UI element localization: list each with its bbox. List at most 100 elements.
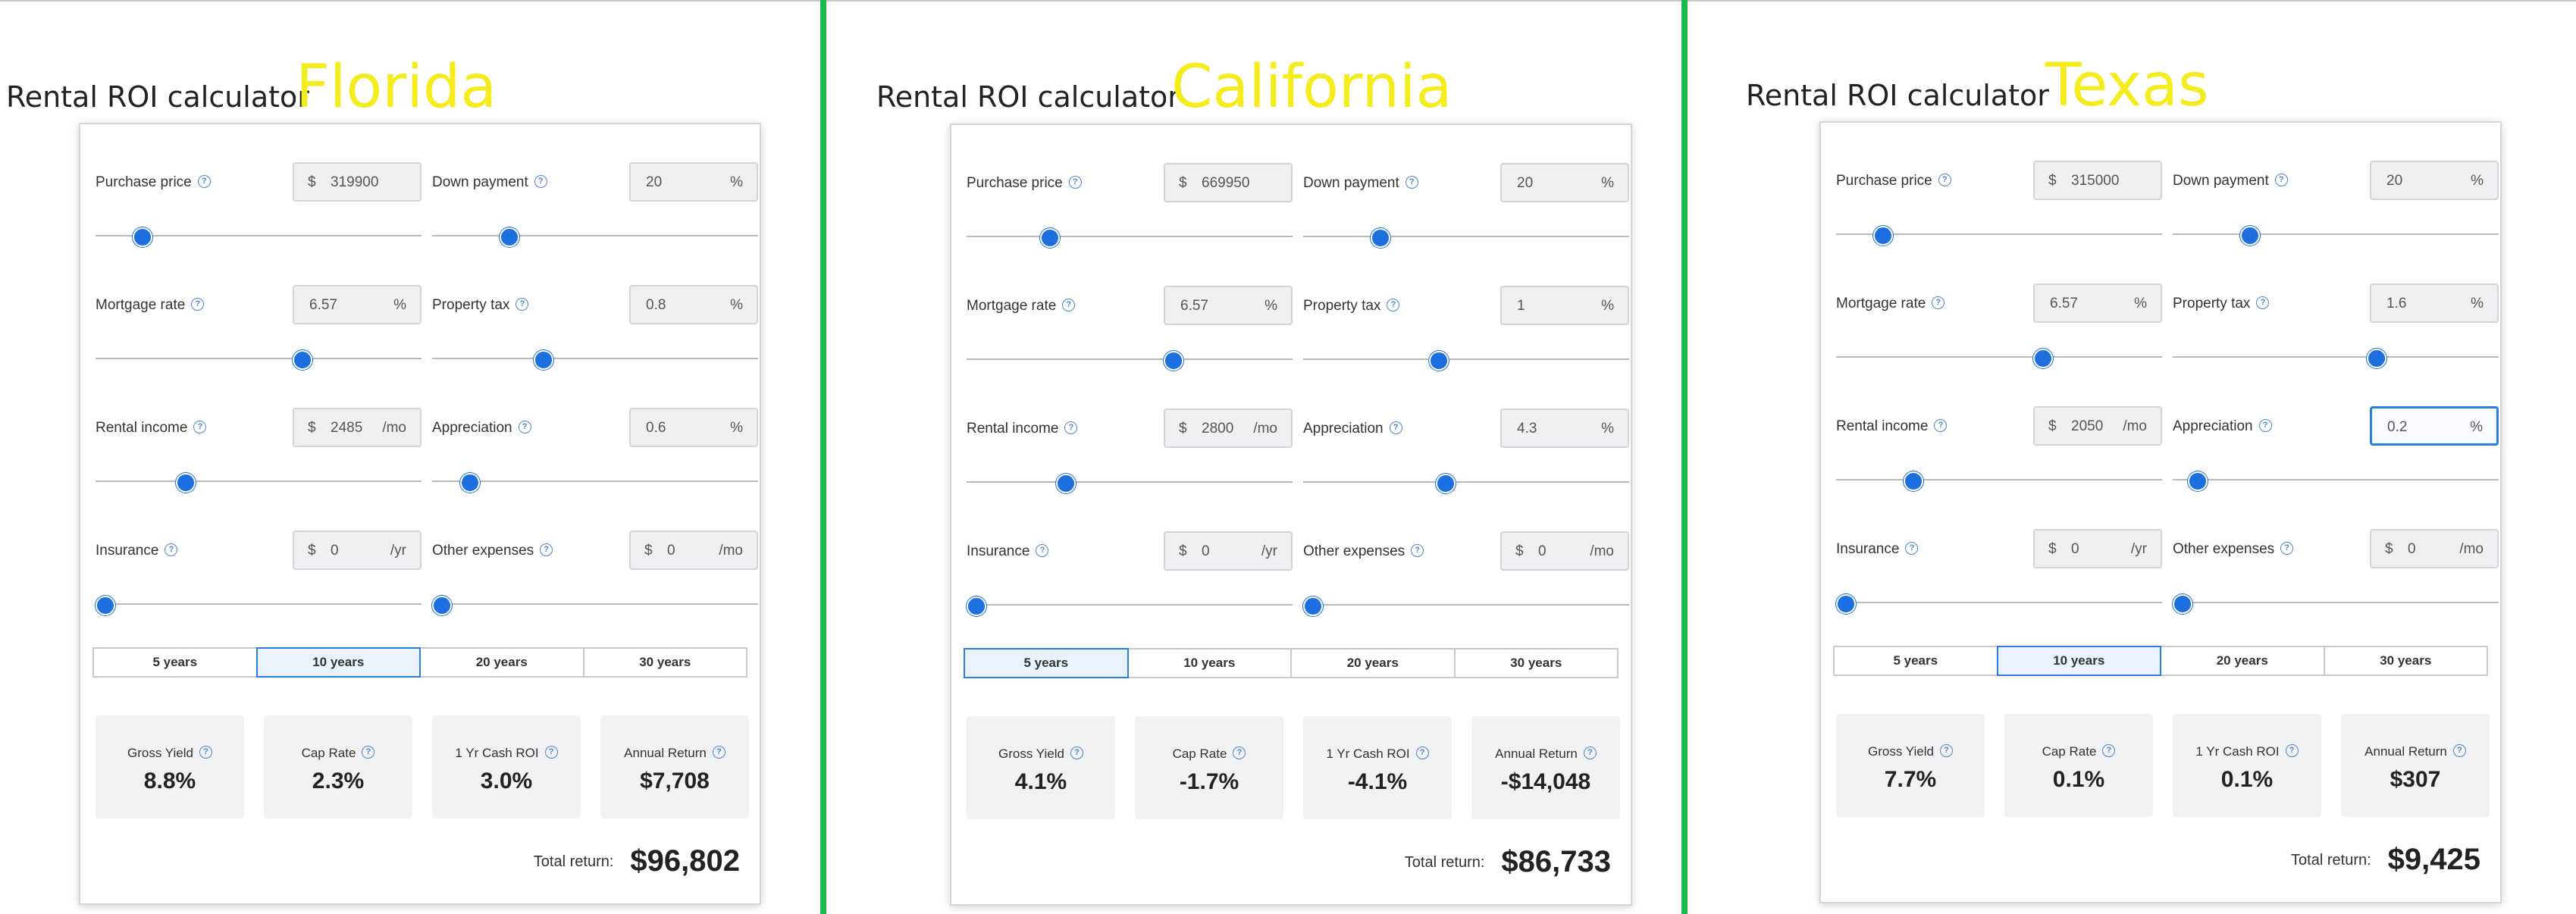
down-payment-slider-thumb[interactable] (2240, 226, 2261, 246)
help-icon[interactable]: ? (1064, 421, 1078, 434)
other-expenses-input[interactable]: $0/mo (629, 531, 758, 570)
period-tab-5-years[interactable]: 5 years (964, 648, 1129, 678)
help-icon[interactable]: ? (712, 746, 725, 759)
property-tax-input[interactable]: 0.8% (629, 285, 758, 324)
down-payment-slider-track[interactable] (432, 235, 758, 236)
mortgage-rate-slider-thumb[interactable] (292, 350, 312, 370)
appreciation-input[interactable]: 4.3% (1500, 408, 1629, 448)
rental-income-slider-thumb[interactable] (1055, 474, 1076, 493)
help-icon[interactable]: ? (2274, 174, 2288, 186)
property-tax-slider-track[interactable] (432, 358, 758, 359)
down-payment-input[interactable]: 20% (629, 162, 758, 202)
help-icon[interactable]: ? (2452, 744, 2466, 757)
other-expenses-slider-thumb[interactable] (432, 596, 452, 615)
other-expenses-input[interactable]: $0/mo (2370, 529, 2499, 568)
help-icon[interactable]: ? (1939, 744, 1953, 757)
help-icon[interactable]: ? (1415, 747, 1429, 759)
insurance-input[interactable]: $0/yr (293, 531, 421, 570)
rental-income-slider-thumb[interactable] (175, 473, 196, 493)
help-icon[interactable]: ? (540, 543, 553, 556)
mortgage-rate-slider-track[interactable] (967, 358, 1293, 360)
mortgage-rate-input[interactable]: 6.57% (2033, 283, 2162, 323)
appreciation-slider-track[interactable] (432, 480, 758, 482)
rental-income-input[interactable]: $2485/mo (293, 408, 421, 447)
help-icon[interactable]: ? (1062, 299, 1076, 311)
mortgage-rate-input[interactable]: 6.57% (293, 285, 421, 324)
other-expenses-slider-thumb[interactable] (1303, 596, 1323, 616)
help-icon[interactable]: ? (1934, 419, 1948, 432)
help-icon[interactable]: ? (2102, 744, 2116, 757)
period-tab-10-years[interactable]: 10 years (1127, 648, 1292, 678)
rental-income-slider-thumb[interactable] (1904, 471, 1924, 491)
insurance-slider-track[interactable] (967, 604, 1293, 606)
down-payment-slider-thumb[interactable] (1371, 228, 1391, 248)
down-payment-slider-track[interactable] (1303, 236, 1629, 237)
help-icon[interactable]: ? (193, 421, 207, 434)
purchase-price-slider-thumb[interactable] (1872, 226, 1893, 246)
property-tax-slider-track[interactable] (1303, 358, 1629, 360)
help-icon[interactable]: ? (199, 746, 212, 759)
period-tab-20-years[interactable]: 20 years (2160, 646, 2325, 676)
property-tax-slider-thumb[interactable] (533, 350, 553, 370)
mortgage-rate-input[interactable]: 6.57% (1164, 286, 1293, 325)
appreciation-slider-thumb[interactable] (459, 473, 480, 493)
help-icon[interactable]: ? (534, 175, 547, 188)
rental-income-slider-track[interactable] (96, 480, 421, 482)
appreciation-slider-track[interactable] (2173, 479, 2499, 480)
period-tab-30-years[interactable]: 30 years (582, 647, 747, 678)
purchase-price-slider-track[interactable] (967, 236, 1293, 237)
down-payment-input[interactable]: 20% (1500, 163, 1629, 202)
appreciation-slider-thumb[interactable] (2188, 471, 2208, 491)
help-icon[interactable]: ? (1068, 176, 1082, 189)
insurance-slider-track[interactable] (1836, 602, 2162, 603)
help-icon[interactable]: ? (1389, 421, 1402, 434)
help-icon[interactable]: ? (165, 543, 178, 556)
appreciation-slider-thumb[interactable] (1435, 474, 1456, 493)
down-payment-slider-thumb[interactable] (500, 227, 520, 247)
other-expenses-slider-track[interactable] (432, 603, 758, 605)
mortgage-rate-slider-thumb[interactable] (2032, 349, 2053, 368)
rental-income-input[interactable]: $2050/mo (2033, 406, 2162, 446)
appreciation-slider-track[interactable] (1303, 481, 1629, 483)
property-tax-slider-thumb[interactable] (1429, 351, 1449, 371)
help-icon[interactable]: ? (1938, 174, 1951, 186)
help-icon[interactable]: ? (362, 746, 375, 759)
appreciation-input[interactable]: 0.2% (2370, 406, 2499, 446)
rental-income-slider-track[interactable] (1836, 479, 2162, 480)
property-tax-input[interactable]: 1.6% (2370, 283, 2499, 323)
down-payment-slider-track[interactable] (2173, 233, 2499, 235)
period-tab-30-years[interactable]: 30 years (1453, 648, 1619, 678)
rental-income-slider-track[interactable] (967, 481, 1293, 483)
period-tab-20-years[interactable]: 20 years (419, 647, 584, 678)
help-icon[interactable]: ? (2258, 419, 2272, 432)
help-icon[interactable]: ? (2285, 744, 2299, 757)
period-tab-10-years[interactable]: 10 years (255, 647, 421, 678)
other-expenses-slider-track[interactable] (1303, 604, 1629, 606)
help-icon[interactable]: ? (191, 298, 205, 311)
down-payment-input[interactable]: 20% (2370, 161, 2499, 200)
help-icon[interactable]: ? (1905, 542, 1919, 555)
other-expenses-slider-track[interactable] (2173, 602, 2499, 603)
insurance-slider-thumb[interactable] (967, 596, 986, 616)
help-icon[interactable]: ? (197, 175, 211, 188)
insurance-input[interactable]: $0/yr (2033, 529, 2162, 568)
insurance-slider-thumb[interactable] (96, 596, 115, 615)
period-tab-10-years[interactable]: 10 years (1996, 646, 2161, 676)
mortgage-rate-slider-track[interactable] (96, 358, 421, 359)
purchase-price-input[interactable]: $315000 (2033, 161, 2162, 200)
help-icon[interactable]: ? (1070, 747, 1083, 759)
help-icon[interactable]: ? (1405, 176, 1418, 189)
other-expenses-input[interactable]: $0/mo (1500, 531, 1629, 571)
help-icon[interactable]: ? (516, 298, 529, 311)
period-tab-20-years[interactable]: 20 years (1290, 648, 1456, 678)
purchase-price-slider-thumb[interactable] (132, 227, 152, 247)
help-icon[interactable]: ? (544, 746, 558, 759)
period-tab-5-years[interactable]: 5 years (92, 647, 258, 678)
appreciation-input[interactable]: 0.6% (629, 408, 758, 447)
insurance-slider-track[interactable] (96, 603, 421, 605)
purchase-price-input[interactable]: $669950 (1164, 163, 1293, 202)
period-tab-30-years[interactable]: 30 years (2323, 646, 2488, 676)
rental-income-input[interactable]: $2800/mo (1164, 408, 1293, 448)
property-tax-input[interactable]: 1% (1500, 286, 1629, 325)
help-icon[interactable]: ? (1233, 747, 1246, 759)
